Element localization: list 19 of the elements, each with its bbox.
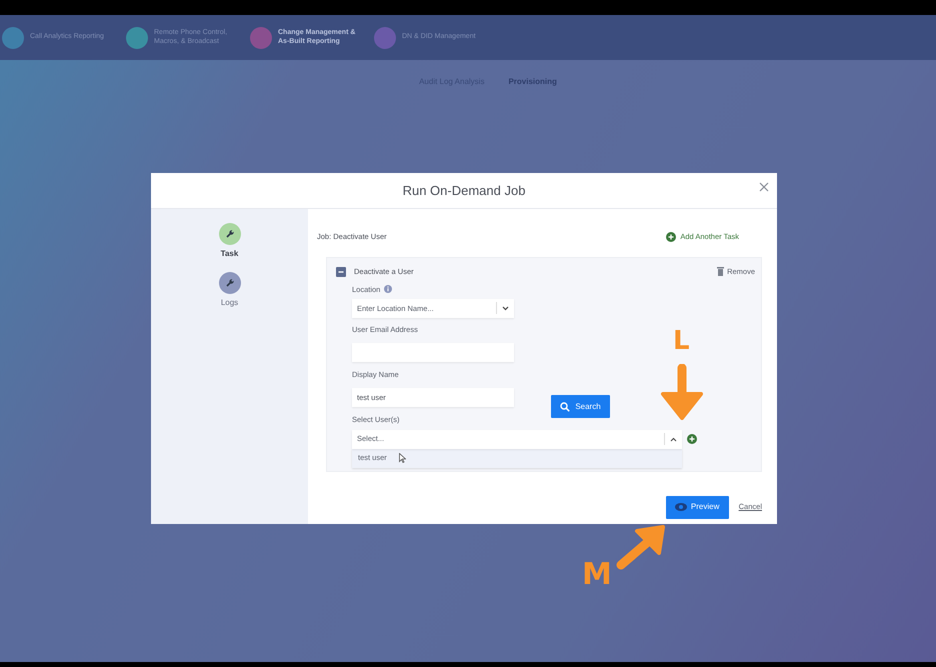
plus-circle-icon — [666, 232, 676, 242]
wrench-icon — [224, 228, 236, 240]
dialog-title: Run On-Demand Job — [402, 182, 526, 200]
annotation-letter: L — [673, 328, 690, 354]
add-user-icon — [687, 434, 697, 444]
diagonal-arrow-icon — [615, 523, 667, 571]
eye-icon — [674, 503, 687, 511]
cursor-icon — [398, 453, 406, 463]
search-button[interactable]: Search — [551, 395, 610, 418]
trash-icon — [717, 267, 724, 276]
collapse-icon[interactable] — [336, 266, 346, 277]
preview-button[interactable]: Preview — [666, 496, 729, 518]
chevron-down-icon — [502, 306, 509, 311]
chevron-up-icon — [670, 436, 677, 442]
annotation-letter: M — [582, 560, 612, 590]
search-icon — [560, 402, 570, 412]
down-arrow-icon — [659, 364, 705, 420]
input-field[interactable] — [352, 343, 514, 362]
wrench-icon — [224, 277, 236, 289]
